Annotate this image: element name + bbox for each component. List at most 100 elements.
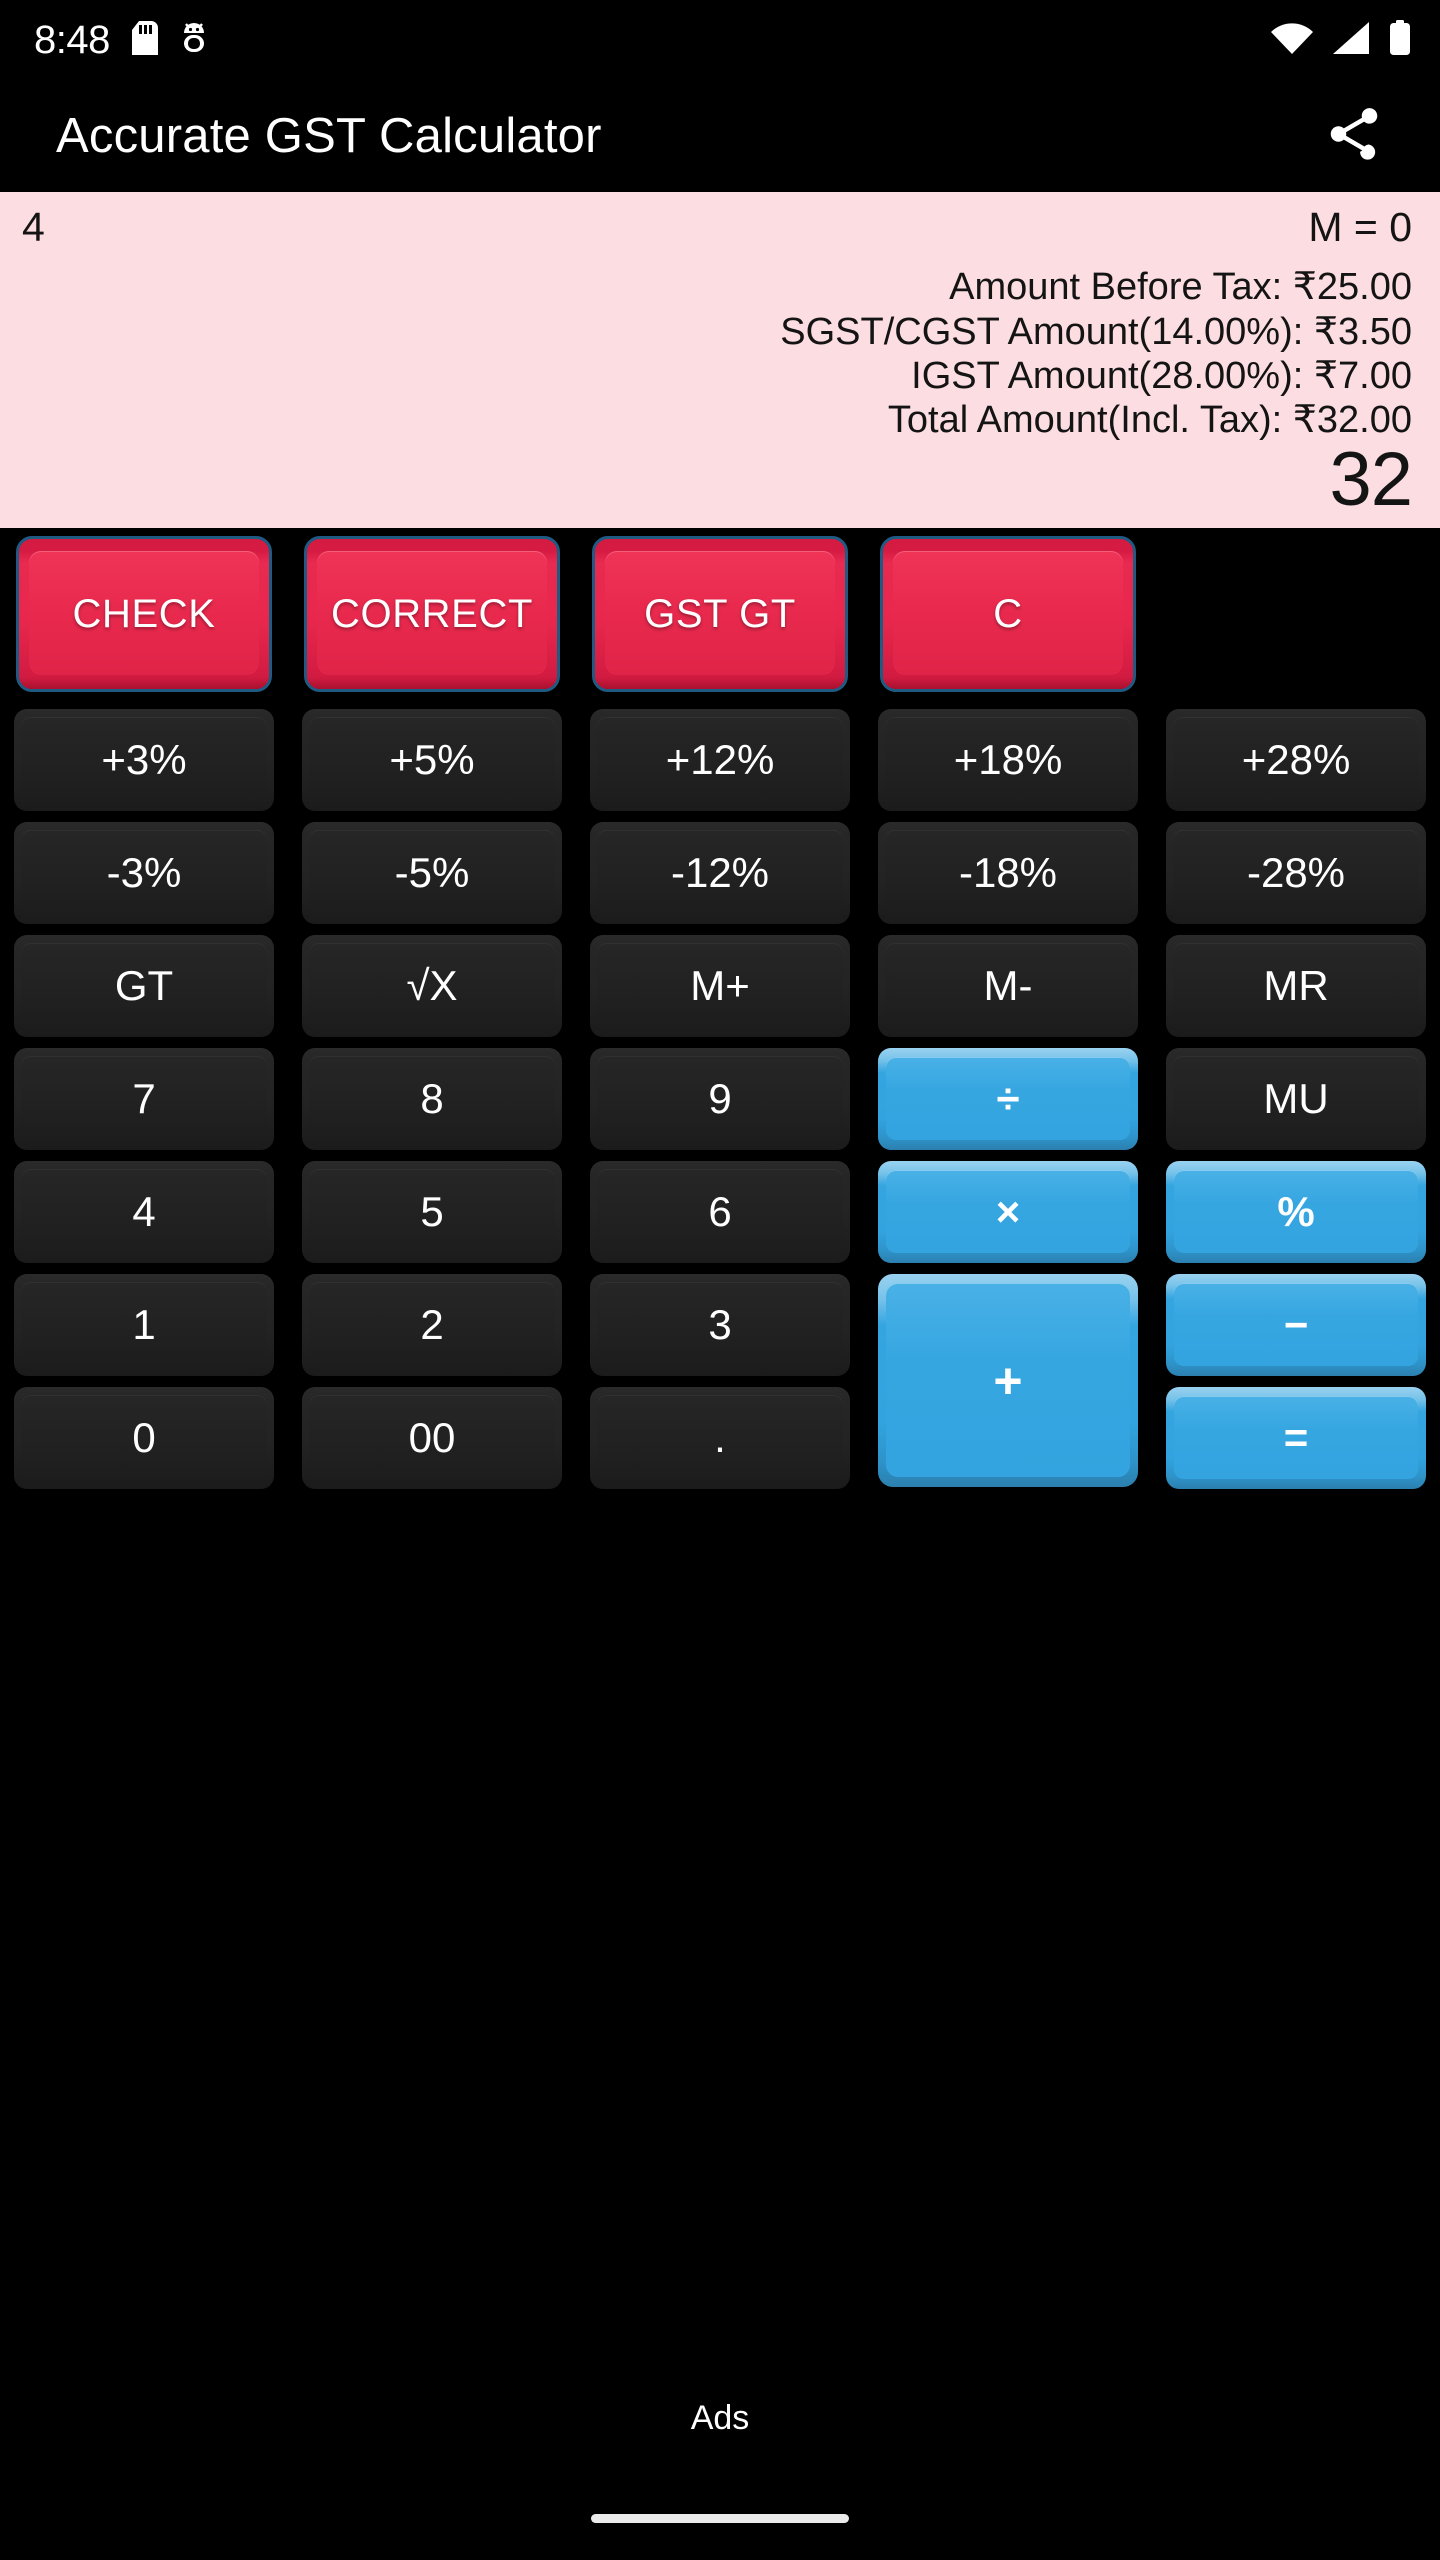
key-label: +3% xyxy=(101,736,187,783)
key-8[interactable]: 8 xyxy=(288,1043,576,1156)
key-9[interactable]: 9 xyxy=(576,1043,864,1156)
gst-gt-button[interactable]: GST GT xyxy=(576,528,864,704)
key-equals[interactable]: = xyxy=(1152,1382,1440,1495)
key-label: 0 xyxy=(132,1414,156,1461)
key-label: = xyxy=(1283,1414,1309,1461)
correct-button[interactable]: CORRECT xyxy=(288,528,576,704)
keypad-action-row: CHECK CORRECT GST GT C xyxy=(0,528,1440,704)
key-memory-add[interactable]: M+ xyxy=(576,930,864,1043)
key-decimal-point[interactable]: . xyxy=(576,1382,864,1495)
keypad-row-minus-percent: -3% -5% -12% -18% -28% xyxy=(0,817,1440,930)
key-label: . xyxy=(714,1414,726,1461)
status-bar-left: 8:48 xyxy=(34,18,208,63)
keypad: CHECK CORRECT GST GT C +3% +5% +12% +18%… xyxy=(0,528,1440,2360)
key-plus-3-percent[interactable]: +3% xyxy=(0,704,288,817)
key-4[interactable]: 4 xyxy=(0,1156,288,1269)
sgst-cgst-amount-line: SGST/CGST Amount(14.00%): ₹3.50 xyxy=(780,310,1412,353)
key-label: M- xyxy=(983,962,1033,1009)
key-label: +28% xyxy=(1241,736,1351,783)
system-nav-bar xyxy=(0,2476,1440,2560)
memory-indicator: M = 0 xyxy=(1308,204,1412,250)
key-0[interactable]: 0 xyxy=(0,1382,288,1495)
key-label: MU xyxy=(1263,1075,1329,1122)
sd-card-icon xyxy=(131,20,158,60)
key-minus-5-percent[interactable]: -5% xyxy=(288,817,576,930)
key-label: 2 xyxy=(420,1301,444,1348)
key-percent[interactable]: % xyxy=(1152,1156,1440,1269)
display-expression: 4 xyxy=(22,204,45,250)
gst-breakdown: Amount Before Tax: ₹25.00 SGST/CGST Amou… xyxy=(22,265,1412,443)
key-label: 4 xyxy=(132,1188,156,1235)
key-label: -3% xyxy=(106,849,182,896)
key-minus[interactable]: − xyxy=(1152,1269,1440,1382)
key-markup[interactable]: MU xyxy=(1152,1043,1440,1156)
key-label: +5% xyxy=(389,736,475,783)
ad-banner-label: Ads xyxy=(690,2398,750,2437)
key-label: 5 xyxy=(420,1188,444,1235)
key-label: × xyxy=(995,1188,1021,1235)
key-label: 00 xyxy=(408,1414,456,1461)
ad-banner[interactable]: Ads xyxy=(0,2360,1440,2476)
clear-button[interactable]: C xyxy=(864,528,1152,704)
share-button[interactable] xyxy=(1306,88,1402,184)
key-memory-subtract[interactable]: M- xyxy=(864,930,1152,1043)
app-bar: Accurate GST Calculator xyxy=(0,80,1440,192)
page-title: Accurate GST Calculator xyxy=(56,108,602,163)
gesture-nav-handle[interactable] xyxy=(591,2513,849,2523)
key-minus-28-percent[interactable]: -28% xyxy=(1152,817,1440,930)
key-label: -28% xyxy=(1246,849,1346,896)
key-divide[interactable]: ÷ xyxy=(864,1043,1152,1156)
display-result: 32 xyxy=(1329,437,1413,522)
key-plus-12-percent[interactable]: +12% xyxy=(576,704,864,817)
keypad-number-block: 1 2 3 0 00 . xyxy=(0,1269,864,1495)
gst-gt-button-label: GST GT xyxy=(644,591,796,636)
key-multiply[interactable]: × xyxy=(864,1156,1152,1269)
key-label: MR xyxy=(1263,962,1329,1009)
key-sqrt[interactable]: √X xyxy=(288,930,576,1043)
key-label: 3 xyxy=(708,1301,732,1348)
keypad-right-column: − = xyxy=(1152,1269,1440,1495)
key-memory-recall[interactable]: MR xyxy=(1152,930,1440,1043)
key-plus[interactable]: + xyxy=(864,1269,1152,1495)
key-label: √X xyxy=(406,962,458,1009)
app-root: 8:48 Accurate GST Calculator 4 M = 0 Amo… xyxy=(0,0,1440,2560)
status-bar: 8:48 xyxy=(0,0,1440,80)
key-label: +18% xyxy=(953,736,1063,783)
wifi-icon xyxy=(1270,21,1314,60)
key-minus-3-percent[interactable]: -3% xyxy=(0,817,288,930)
keypad-bottom-group: 1 2 3 0 00 . + − = xyxy=(0,1269,1440,1495)
amount-before-tax-line: Amount Before Tax: ₹25.00 xyxy=(949,266,1412,309)
key-plus-28-percent[interactable]: +28% xyxy=(1152,704,1440,817)
key-double-zero[interactable]: 00 xyxy=(288,1382,576,1495)
total-amount-line: Total Amount(Incl. Tax): ₹32.00 xyxy=(887,399,1412,442)
key-7[interactable]: 7 xyxy=(0,1043,288,1156)
share-icon xyxy=(1323,103,1385,170)
keypad-row-add-percent: +3% +5% +12% +18% +28% xyxy=(0,704,1440,817)
igst-amount-line: IGST Amount(28.00%): ₹7.00 xyxy=(911,354,1412,397)
cellular-signal-icon xyxy=(1331,21,1371,60)
key-label: -18% xyxy=(958,849,1058,896)
key-label: ÷ xyxy=(996,1075,1020,1122)
keypad-row-789: 7 8 9 ÷ MU xyxy=(0,1043,1440,1156)
clear-button-label: C xyxy=(993,591,1023,636)
android-debug-icon xyxy=(180,20,208,61)
key-label: 9 xyxy=(708,1075,732,1122)
keypad-row-memory: GT √X M+ M- MR xyxy=(0,930,1440,1043)
key-6[interactable]: 6 xyxy=(576,1156,864,1269)
check-button[interactable]: CHECK xyxy=(0,528,288,704)
key-label: -12% xyxy=(670,849,770,896)
key-3[interactable]: 3 xyxy=(576,1269,864,1382)
key-2[interactable]: 2 xyxy=(288,1269,576,1382)
key-label: 1 xyxy=(132,1301,156,1348)
calculator-display: 4 M = 0 Amount Before Tax: ₹25.00 SGST/C… xyxy=(0,192,1440,528)
key-label: 6 xyxy=(708,1188,732,1235)
key-minus-12-percent[interactable]: -12% xyxy=(576,817,864,930)
display-top-row: 4 M = 0 xyxy=(22,204,1412,250)
key-plus-18-percent[interactable]: +18% xyxy=(864,704,1152,817)
key-plus-5-percent[interactable]: +5% xyxy=(288,704,576,817)
key-label: GT xyxy=(114,962,174,1009)
key-minus-18-percent[interactable]: -18% xyxy=(864,817,1152,930)
key-gt[interactable]: GT xyxy=(0,930,288,1043)
key-5[interactable]: 5 xyxy=(288,1156,576,1269)
key-1[interactable]: 1 xyxy=(0,1269,288,1382)
